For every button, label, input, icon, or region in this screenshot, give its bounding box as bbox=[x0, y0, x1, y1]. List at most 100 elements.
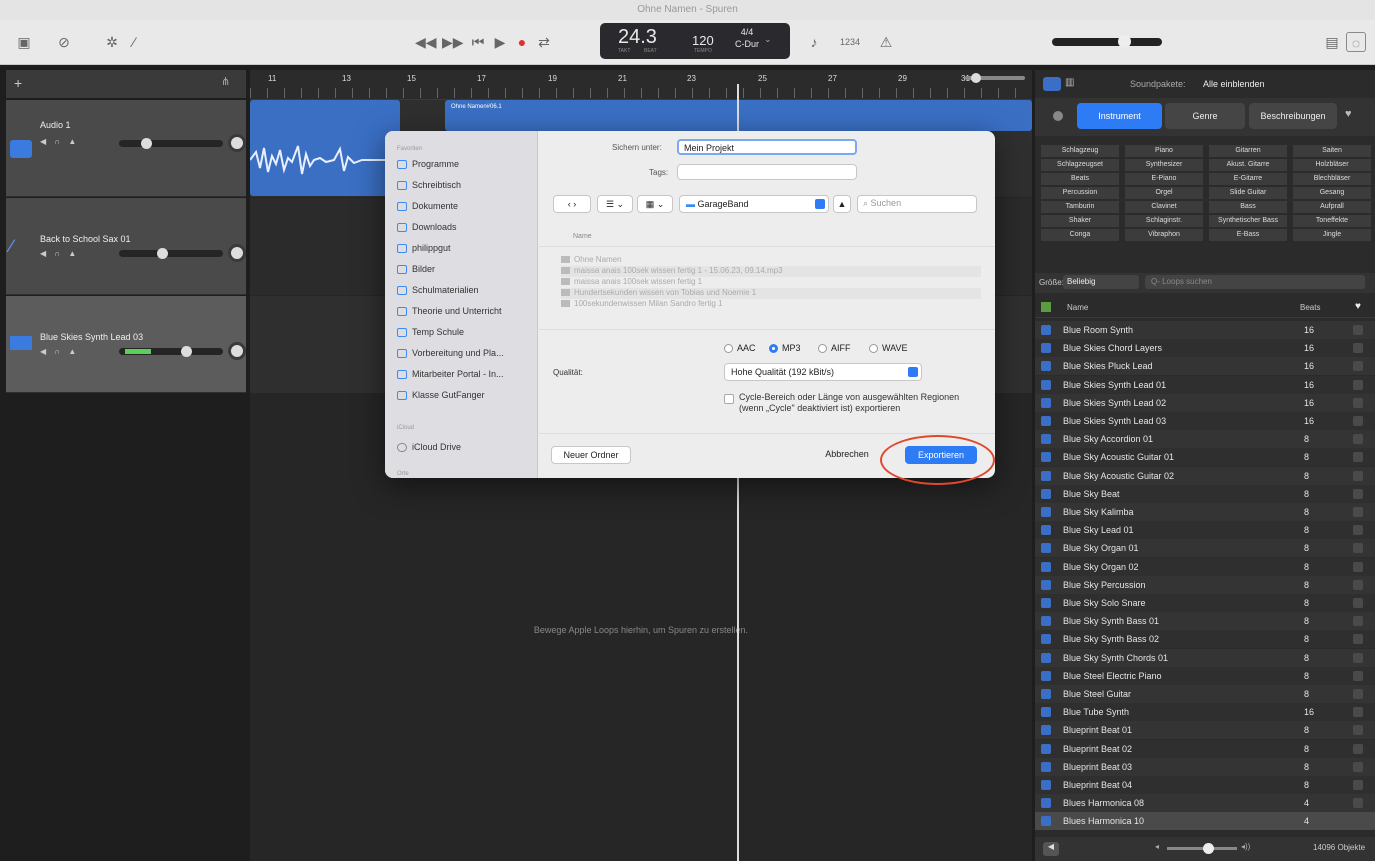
keyword-chip[interactable]: Schlagzeugset bbox=[1041, 159, 1119, 171]
loop-row[interactable]: Blue Sky Synth Chords 01 8 bbox=[1035, 648, 1375, 667]
tags-field[interactable] bbox=[677, 164, 857, 180]
library-icon[interactable]: ▣ bbox=[14, 32, 34, 52]
loop-row[interactable]: Blueprint Beat 03 8 bbox=[1035, 757, 1375, 776]
add-track-icon[interactable]: + bbox=[14, 75, 32, 91]
loop-row[interactable]: Blue Sky Solo Snare 8 bbox=[1035, 594, 1375, 612]
loop-row[interactable]: Blue Steel Electric Piano 8 bbox=[1035, 666, 1375, 685]
help-icon[interactable]: ⊘ bbox=[54, 32, 74, 52]
favorite-checkbox[interactable] bbox=[1353, 798, 1363, 809]
radio-button[interactable] bbox=[869, 344, 878, 354]
keyword-chip[interactable]: Gesang bbox=[1293, 187, 1371, 199]
keyword-chip[interactable]: Slide Guitar bbox=[1209, 187, 1287, 199]
sidebar-item[interactable]: Vorbereitung und Pla... bbox=[397, 348, 504, 359]
keyword-chip[interactable]: Aufprall bbox=[1293, 201, 1371, 213]
track-volume-slider[interactable] bbox=[119, 346, 223, 357]
cycle-icon[interactable]: ⇄ bbox=[534, 32, 554, 52]
radio-button[interactable] bbox=[724, 344, 733, 354]
cycle-checkbox[interactable] bbox=[724, 394, 734, 404]
forward-icon[interactable]: ▶▶ bbox=[442, 32, 464, 52]
sidebar-item[interactable]: Bilder bbox=[397, 264, 435, 275]
loop-row[interactable]: Blue Skies Synth Lead 01 16 bbox=[1035, 375, 1375, 394]
favorite-checkbox[interactable] bbox=[1353, 634, 1363, 645]
pan-knob[interactable] bbox=[228, 134, 246, 152]
cancel-button[interactable]: Abbrechen bbox=[813, 446, 881, 464]
favorite-column-icon[interactable]: ♥ bbox=[1355, 301, 1361, 312]
favorite-checkbox[interactable] bbox=[1353, 434, 1363, 445]
editor-icon[interactable]: ∕ bbox=[124, 32, 144, 52]
loop-row[interactable]: Blue Sky Percussion 8 bbox=[1035, 575, 1375, 594]
radio-button[interactable] bbox=[769, 344, 778, 354]
loop-row[interactable]: Blue Sky Acoustic Guitar 01 8 bbox=[1035, 448, 1375, 467]
loop-row[interactable]: Blue Sky Synth Bass 01 8 bbox=[1035, 612, 1375, 631]
track-row[interactable]: Blue Skies Synth Lead 03 ◀ ∩ ▲ bbox=[6, 296, 246, 393]
keyword-chip[interactable]: Akust. Gitarre bbox=[1209, 159, 1287, 171]
file-row[interactable]: Hundertsekunden wissen von Tobias und No… bbox=[561, 288, 981, 299]
track-controls[interactable]: ◀ ∩ ▲ bbox=[40, 137, 79, 146]
favorite-checkbox[interactable] bbox=[1353, 397, 1363, 408]
sidebar-item[interactable]: Mitarbeiter Portal - In... bbox=[397, 369, 504, 380]
tab-genre[interactable]: Genre bbox=[1165, 103, 1245, 129]
go-to-start-icon[interactable]: ⏮ bbox=[468, 32, 488, 52]
keyword-chip[interactable]: Gitarren bbox=[1209, 145, 1287, 157]
keyword-chip[interactable]: Conga bbox=[1041, 229, 1119, 241]
sidebar-item[interactable]: philippgut bbox=[397, 243, 451, 254]
keyword-chip[interactable]: Toneffekte bbox=[1293, 215, 1371, 227]
favorite-checkbox[interactable] bbox=[1353, 416, 1363, 426]
favorite-checkbox[interactable] bbox=[1353, 743, 1363, 754]
timeline-ruler[interactable]: 11 13 15 17 19 21 23 25 27 29 31 bbox=[250, 70, 1032, 100]
keyword-chip[interactable]: Saiten bbox=[1293, 145, 1371, 157]
catch-playhead-icon[interactable]: ⋔ bbox=[221, 75, 239, 91]
sidebar-item[interactable]: Downloads bbox=[397, 222, 457, 233]
loop-row[interactable]: Blue Sky Lead 01 8 bbox=[1035, 521, 1375, 540]
favorite-checkbox[interactable] bbox=[1353, 598, 1363, 608]
volume-knob[interactable] bbox=[1118, 35, 1131, 48]
keyword-chip[interactable]: Piano bbox=[1125, 145, 1203, 157]
reset-icon[interactable] bbox=[1053, 111, 1063, 121]
loop-row[interactable]: Blue Skies Synth Lead 02 16 bbox=[1035, 393, 1375, 412]
keyword-chip[interactable]: Vibraphon bbox=[1125, 229, 1203, 241]
soundpacks-select[interactable]: Alle einblenden bbox=[1203, 79, 1265, 89]
name-column[interactable]: Name bbox=[1067, 303, 1088, 312]
track-controls[interactable]: ◀ ∩ ▲ bbox=[40, 347, 79, 356]
favorite-checkbox[interactable] bbox=[1353, 361, 1363, 372]
keyword-chip[interactable]: Beats bbox=[1041, 173, 1119, 185]
favorite-checkbox[interactable] bbox=[1353, 725, 1363, 736]
sidebar-item[interactable]: Klasse GutFanger bbox=[397, 390, 485, 401]
sidebar-item[interactable]: Theorie und Unterricht bbox=[397, 306, 502, 317]
loop-row[interactable]: Blueprint Beat 01 8 bbox=[1035, 721, 1375, 740]
volume-knob[interactable] bbox=[181, 346, 192, 357]
zoom-slider[interactable] bbox=[965, 73, 1025, 83]
play-icon[interactable]: ▶ bbox=[490, 32, 510, 52]
sidebar-item[interactable]: Schulmaterialien bbox=[397, 285, 479, 296]
keyword-chip[interactable]: Synthesizer bbox=[1125, 159, 1203, 171]
loops-view-icon[interactable] bbox=[1043, 77, 1061, 91]
keyword-chip[interactable]: Synthetischer Bass bbox=[1209, 215, 1287, 227]
format-radio[interactable]: MP3 bbox=[769, 343, 801, 354]
track-volume-slider[interactable] bbox=[119, 248, 223, 259]
favorite-checkbox[interactable] bbox=[1353, 507, 1363, 517]
favorite-checkbox[interactable] bbox=[1353, 616, 1363, 627]
favorite-checkbox[interactable] bbox=[1353, 470, 1363, 481]
save-as-field[interactable]: Mein Projekt bbox=[677, 139, 857, 155]
keyword-chip[interactable]: Bass bbox=[1209, 201, 1287, 213]
format-radio[interactable]: AAC bbox=[724, 343, 756, 354]
track-volume-slider[interactable] bbox=[119, 138, 223, 149]
chevron-down-icon[interactable]: ⌄ bbox=[764, 34, 772, 45]
volume-knob[interactable] bbox=[141, 138, 152, 149]
favorite-checkbox[interactable] bbox=[1353, 670, 1363, 681]
favorite-checkbox[interactable] bbox=[1353, 452, 1363, 463]
loop-row[interactable]: Blue Sky Synth Bass 02 8 bbox=[1035, 630, 1375, 649]
grid-view-button[interactable]: ▦ ⌄ bbox=[637, 195, 673, 213]
track-row[interactable]: Audio 1 ◀ ∩ ▲ bbox=[6, 100, 246, 197]
sidebar-item[interactable]: Temp Schule bbox=[397, 327, 464, 338]
keyword-chip[interactable]: Holzbläser bbox=[1293, 159, 1371, 171]
keyword-chip[interactable]: Percussion bbox=[1041, 187, 1119, 199]
size-select[interactable]: Beliebig bbox=[1063, 275, 1139, 289]
dialog-search-input[interactable]: ⌕ Suchen bbox=[857, 195, 977, 213]
lcd-display[interactable]: 24.3 TAKT BEAT 120 TEMPO 4/4 C-Dur ⌄ bbox=[600, 23, 790, 59]
keyword-chip[interactable]: Tamburin bbox=[1041, 201, 1119, 213]
keyword-chip[interactable]: E-Bass bbox=[1209, 229, 1287, 241]
loop-row[interactable]: Blues Harmonica 08 4 bbox=[1035, 794, 1375, 813]
loop-row[interactable]: Blue Skies Pluck Lead 16 bbox=[1035, 357, 1375, 376]
loop-browser-icon[interactable]: ◌ bbox=[1346, 32, 1366, 52]
